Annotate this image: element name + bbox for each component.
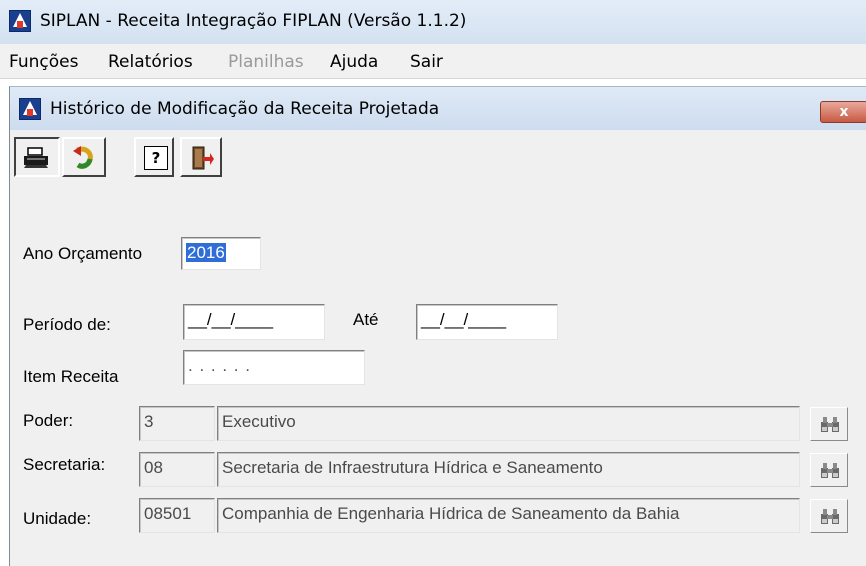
menu-sair[interactable]: Sair [410, 52, 443, 72]
periodo-de-input[interactable]: __/__/____ [183, 304, 325, 340]
poder-search-button[interactable] [810, 407, 848, 441]
poder-code-field: 3 [139, 406, 215, 441]
app-title-bar: SIPLAN - Receita Integração FIPLAN (Vers… [0, 0, 866, 44]
history-window: Histórico de Modificação da Receita Proj… [9, 86, 866, 566]
undo-button[interactable] [62, 137, 106, 177]
periodo-ate-input[interactable]: __/__/____ [416, 304, 558, 340]
item-receita-label: Item Receita [23, 367, 119, 386]
menu-ajuda[interactable]: Ajuda [330, 52, 378, 72]
help-icon: ? [144, 146, 168, 170]
menu-funcoes[interactable]: Funções [9, 52, 78, 72]
menu-planilhas: Planilhas [228, 52, 304, 72]
help-button[interactable]: ? [134, 137, 174, 177]
periodo-label: Período de: [23, 315, 111, 334]
binoculars-icon [821, 463, 839, 478]
menu-bar: Funções Relatórios Planilhas Ajuda Sair [0, 44, 866, 79]
window-logo-icon [19, 98, 41, 120]
ano-orcamento-input[interactable]: 2016 [181, 237, 261, 270]
secretaria-code-field: 08 [139, 452, 215, 487]
secretaria-label: Secretaria: [23, 455, 106, 474]
unidade-search-button[interactable] [810, 499, 848, 533]
ano-orcamento-value: 2016 [186, 243, 226, 262]
app-title: SIPLAN - Receita Integração FIPLAN (Vers… [40, 11, 467, 31]
exit-door-icon [192, 146, 214, 170]
printer-icon [24, 147, 48, 168]
poder-label: Poder: [23, 411, 74, 430]
secretaria-name-field: Secretaria de Infraestrutura Hídrica e S… [217, 452, 800, 487]
binoculars-icon [821, 509, 839, 524]
toolbar: ? [14, 137, 244, 179]
ano-orcamento-label: Ano Orçamento [23, 244, 143, 263]
item-receita-input[interactable]: . . . . . . [183, 350, 365, 385]
exit-button[interactable] [180, 137, 222, 177]
binoculars-icon [821, 417, 839, 432]
unidade-code-field: 08501 [139, 498, 215, 533]
app-logo-icon [9, 10, 31, 32]
unidade-name-field: Companhia de Engenharia Hídrica de Sanea… [217, 498, 800, 533]
ate-label: Até [353, 310, 379, 329]
window-title-bar: Histórico de Modificação da Receita Proj… [10, 87, 866, 130]
close-button[interactable]: x [820, 101, 866, 123]
secretaria-search-button[interactable] [810, 453, 848, 487]
menu-relatorios[interactable]: Relatórios [108, 52, 193, 72]
undo-arrow-icon [73, 146, 93, 169]
poder-name-field: Executivo [217, 406, 800, 441]
unidade-label: Unidade: [23, 509, 92, 528]
print-button[interactable] [14, 137, 60, 177]
window-title: Histórico de Modificação da Receita Proj… [50, 99, 440, 119]
